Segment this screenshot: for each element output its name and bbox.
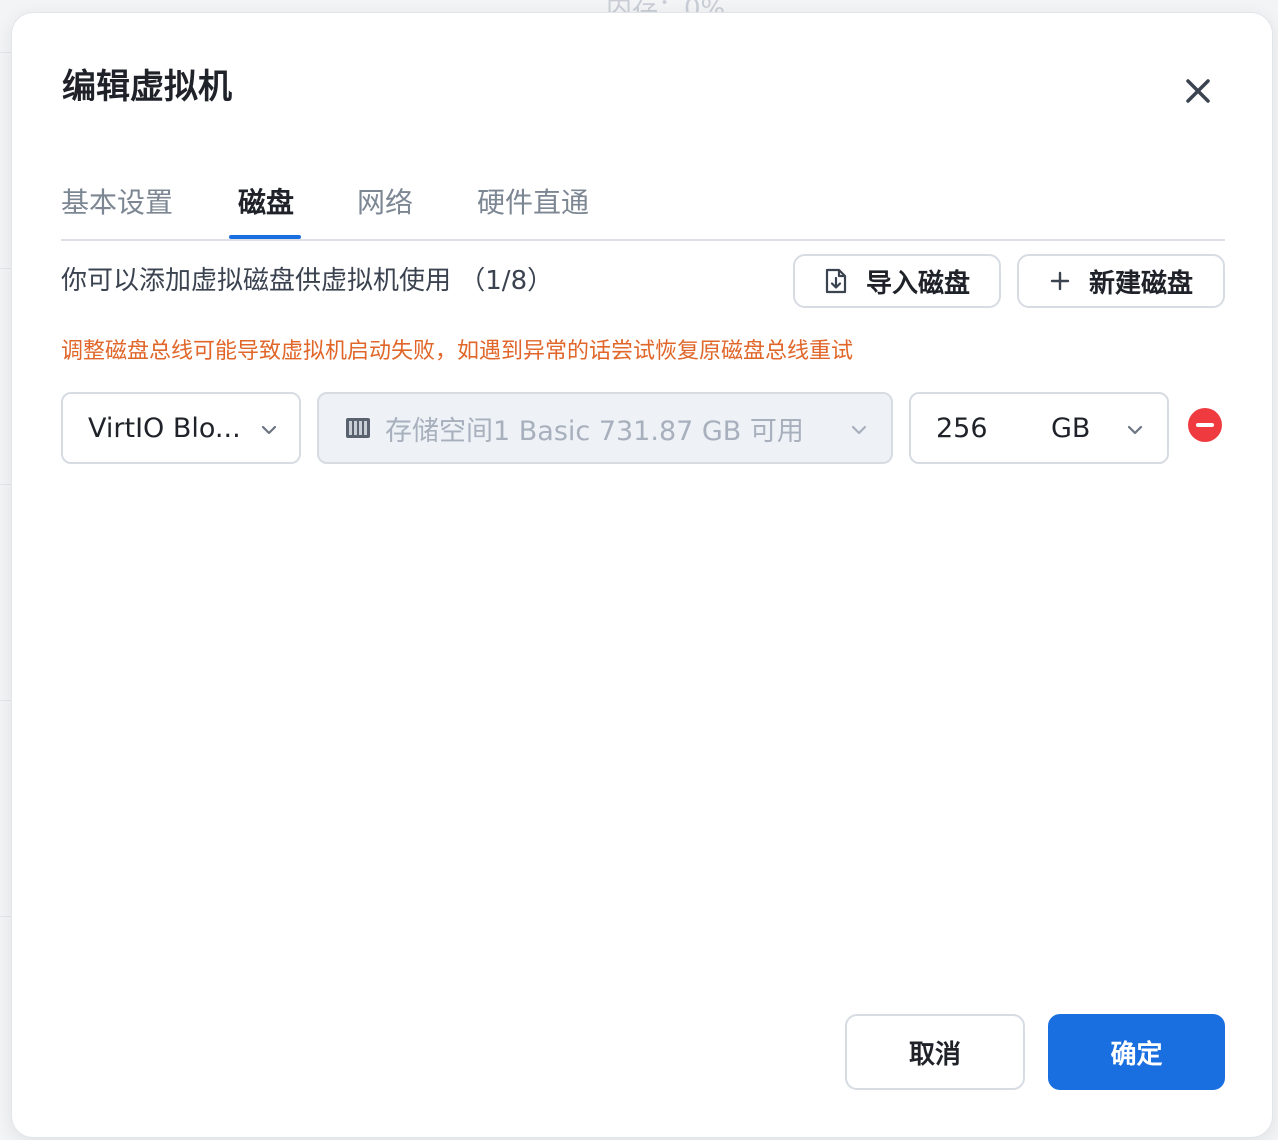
cancel-button[interactable]: 取消 bbox=[845, 1014, 1025, 1090]
disk-size-field[interactable]: 256 GB bbox=[909, 392, 1169, 464]
active-tab-indicator bbox=[229, 235, 301, 239]
edit-vm-dialog: 编辑虚拟机 基本设置 磁盘 网络 硬件直通 你可以添加虚拟磁盘供虚拟机使用 （1… bbox=[11, 12, 1273, 1138]
tab-basic-settings[interactable]: 基本设置 bbox=[61, 181, 173, 239]
tab-disk[interactable]: 磁盘 bbox=[238, 181, 294, 239]
chevron-down-icon bbox=[1127, 425, 1143, 435]
confirm-button[interactable]: 确定 bbox=[1048, 1014, 1225, 1090]
dialog-title: 编辑虚拟机 bbox=[62, 67, 232, 107]
tab-hardware-passthrough[interactable]: 硬件直通 bbox=[477, 181, 589, 239]
import-disk-label: 导入磁盘 bbox=[865, 268, 970, 299]
tab-bar: 基本设置 磁盘 网络 硬件直通 bbox=[61, 181, 1225, 241]
disk-size-unit[interactable]: GB bbox=[1051, 410, 1090, 448]
chevron-down-icon bbox=[851, 425, 867, 435]
storage-pool-icon bbox=[345, 416, 371, 440]
tab-network[interactable]: 网络 bbox=[357, 181, 413, 239]
import-disk-button[interactable]: 导入磁盘 bbox=[793, 254, 1001, 308]
storage-pool-value: 存储空间1 Basic 731.87 GB 可用 bbox=[385, 415, 804, 447]
bus-change-warning: 调整磁盘总线可能导致虚拟机启动失败，如遇到异常的话尝试恢复原磁盘总线重试 bbox=[61, 339, 854, 364]
new-disk-label: 新建磁盘 bbox=[1088, 268, 1193, 299]
plus-icon bbox=[1049, 270, 1071, 292]
new-disk-button[interactable]: 新建磁盘 bbox=[1017, 254, 1225, 308]
close-icon[interactable] bbox=[1178, 71, 1218, 111]
disk-size-input[interactable]: 256 bbox=[936, 410, 988, 448]
chevron-down-icon bbox=[261, 425, 277, 435]
disk-bus-value: VirtIO Blo... bbox=[88, 412, 241, 444]
disk-count-description: 你可以添加虚拟磁盘供虚拟机使用 （1/8） bbox=[61, 266, 554, 296]
disk-bus-select[interactable]: VirtIO Blo... bbox=[61, 392, 301, 464]
remove-circle-icon[interactable] bbox=[1188, 408, 1222, 442]
file-import-icon bbox=[824, 268, 848, 294]
storage-pool-select: 存储空间1 Basic 731.87 GB 可用 bbox=[317, 392, 893, 464]
